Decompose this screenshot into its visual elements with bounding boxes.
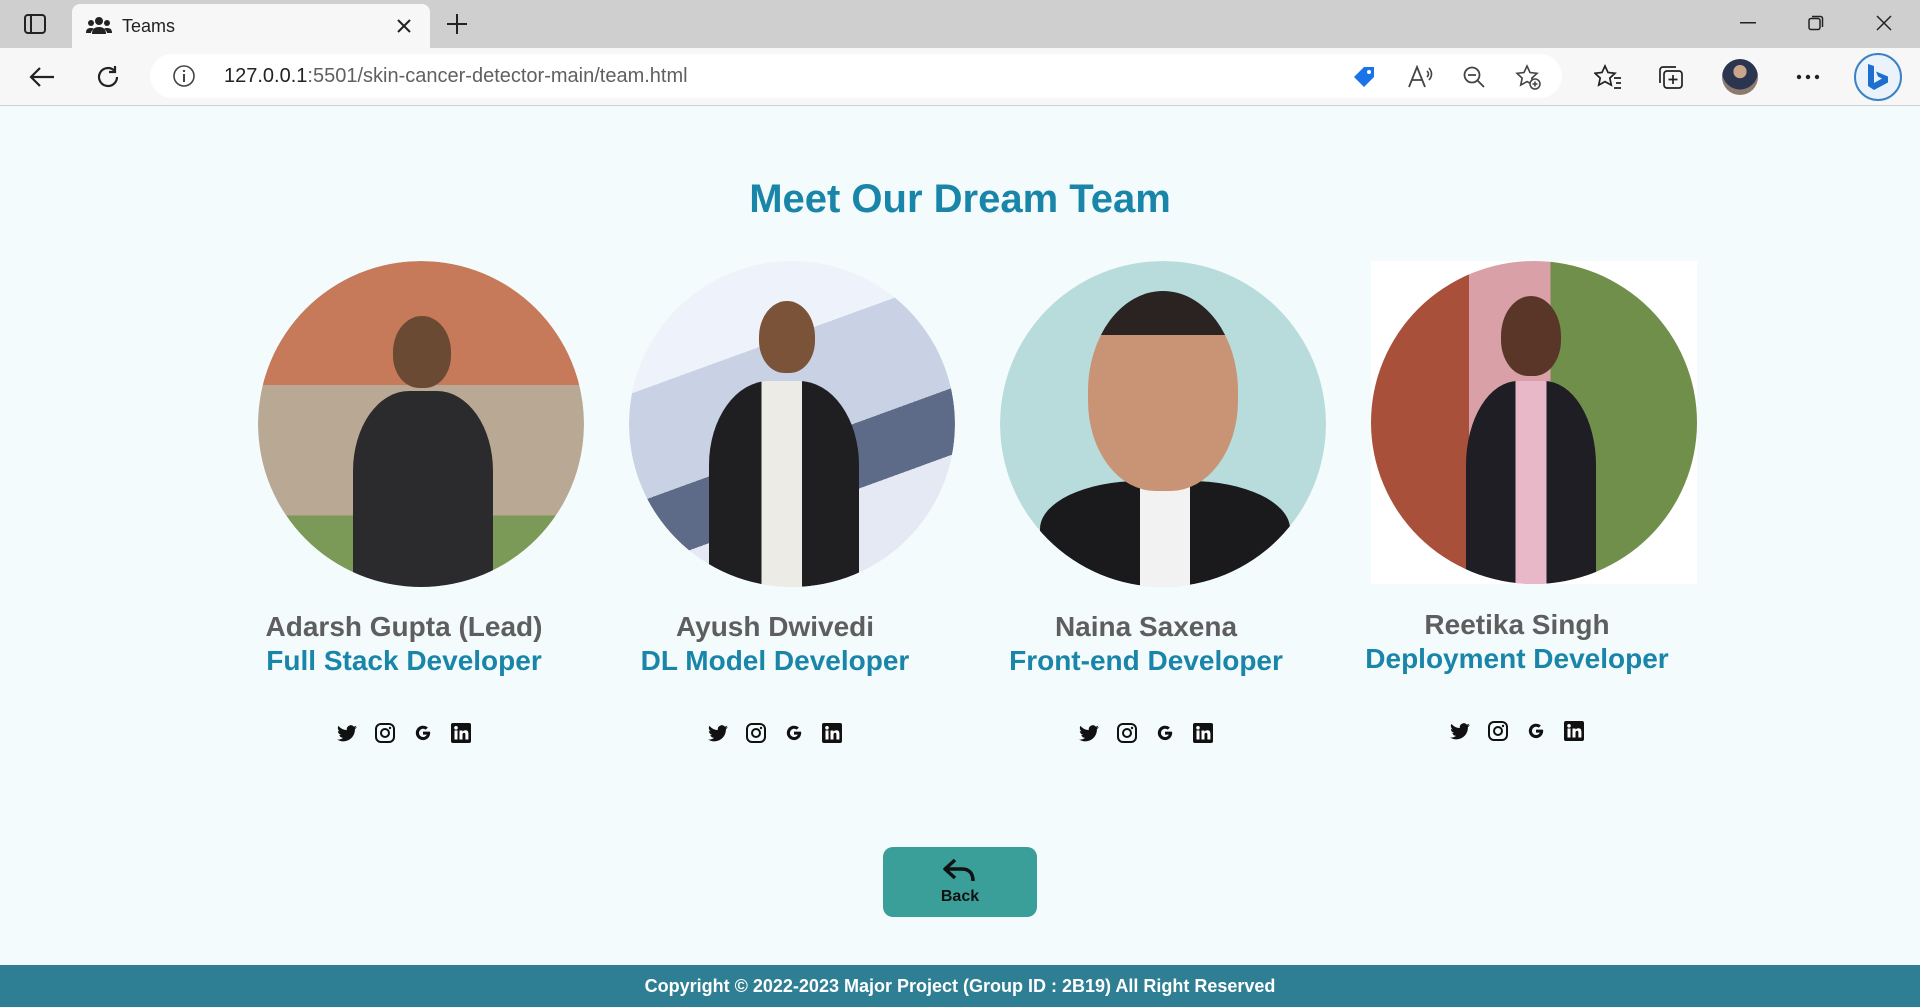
google-icon[interactable]: [412, 722, 434, 744]
back-nav-button[interactable]: [24, 60, 60, 94]
more-dots-icon: [1796, 74, 1820, 80]
new-tab-button[interactable]: [442, 10, 472, 38]
page-heading: Meet Our Dream Team: [749, 177, 1171, 221]
member-role: DL Model Developer: [640, 645, 910, 676]
reply-arrow-icon: [943, 858, 975, 882]
instagram-icon[interactable]: [1487, 720, 1509, 742]
profile-avatar[interactable]: [1722, 59, 1758, 95]
tab-title: Teams: [122, 15, 176, 36]
member-photo: [629, 261, 955, 587]
member-name: Reetika Singh: [1424, 609, 1610, 640]
member-name: Adarsh Gupta (Lead): [265, 611, 543, 642]
tab-teams[interactable]: Teams: [72, 4, 430, 48]
twitter-icon[interactable]: [1078, 722, 1100, 744]
browser-toolbar: 127.0.0.1:5501/skin-cancer-detector-main…: [0, 48, 1920, 106]
bing-chat-button[interactable]: [1854, 53, 1902, 101]
info-icon[interactable]: [172, 64, 196, 88]
minimize-icon: [1740, 22, 1756, 24]
collections-icon: [1659, 66, 1683, 89]
member-name: Ayush Dwivedi: [675, 611, 875, 642]
twitter-icon[interactable]: [336, 722, 358, 744]
linkedin-icon[interactable]: [821, 722, 843, 744]
twitter-icon[interactable]: [707, 722, 729, 744]
copyright-text: Copyright © 2022-2023 Major Project (Gro…: [644, 975, 1276, 996]
restore-button[interactable]: [1796, 8, 1836, 38]
member-photo: [1371, 261, 1697, 584]
social-links: [960, 722, 1332, 744]
refresh-icon: [97, 66, 119, 88]
plus-icon: [447, 14, 467, 34]
member-role: Front-end Developer: [1009, 645, 1283, 676]
refresh-button[interactable]: [90, 60, 126, 94]
add-favorite-icon[interactable]: [1514, 63, 1542, 91]
member-role: Deployment Developer: [1365, 643, 1669, 674]
back-button[interactable]: Back: [883, 847, 1037, 917]
close-window-button[interactable]: [1864, 8, 1904, 38]
restore-icon: [1808, 15, 1824, 31]
favorites-button[interactable]: [1590, 60, 1626, 94]
instagram-icon[interactable]: [745, 722, 767, 744]
collections-button[interactable]: [1653, 60, 1689, 94]
instagram-icon[interactable]: [1116, 722, 1138, 744]
url-path: :5501/skin-cancer-detector-main/team.htm…: [307, 65, 688, 87]
linkedin-icon[interactable]: [450, 722, 472, 744]
instagram-icon[interactable]: [374, 722, 396, 744]
linkedin-icon[interactable]: [1192, 722, 1214, 744]
back-button-label: Back: [940, 888, 980, 905]
tab-actions-button[interactable]: [18, 10, 52, 38]
member-photo: [258, 261, 584, 587]
google-icon[interactable]: [1154, 722, 1176, 744]
google-icon[interactable]: [1525, 720, 1547, 742]
arrow-left-icon: [29, 67, 54, 87]
twitter-icon[interactable]: [1449, 720, 1471, 742]
tab-actions-icon: [24, 14, 46, 34]
linkedin-icon[interactable]: [1563, 720, 1585, 742]
bing-icon: [1868, 64, 1888, 90]
browser-tab-strip: Teams: [0, 0, 1920, 48]
minimize-button[interactable]: [1728, 8, 1768, 38]
member-name: Naina Saxena: [1054, 611, 1238, 642]
page-footer: Copyright © 2022-2023 Major Project (Gro…: [0, 965, 1920, 1007]
close-window-icon: [1876, 15, 1892, 31]
google-icon[interactable]: [783, 722, 805, 744]
address-bar[interactable]: 127.0.0.1:5501/skin-cancer-detector-main…: [150, 54, 1562, 98]
url-host: 127.0.0.1: [224, 65, 308, 87]
team-favicon-icon: [86, 15, 112, 37]
social-links: [218, 722, 590, 744]
read-aloud-icon[interactable]: [1406, 63, 1434, 91]
close-tab-icon[interactable]: [392, 14, 416, 38]
zoom-out-icon[interactable]: [1460, 63, 1488, 91]
social-links: [1331, 720, 1703, 742]
shopping-tag-icon[interactable]: [1350, 63, 1378, 91]
member-photo: [1000, 261, 1326, 587]
member-role: Full Stack Developer: [266, 645, 542, 676]
social-links: [589, 722, 961, 744]
team-page: Meet Our Dream Team Adarsh Gupta (Lead) …: [0, 107, 1920, 1007]
settings-more-button[interactable]: [1790, 60, 1826, 94]
url-text[interactable]: 127.0.0.1:5501/skin-cancer-detector-main…: [224, 65, 688, 88]
favorites-icon: [1594, 64, 1621, 89]
